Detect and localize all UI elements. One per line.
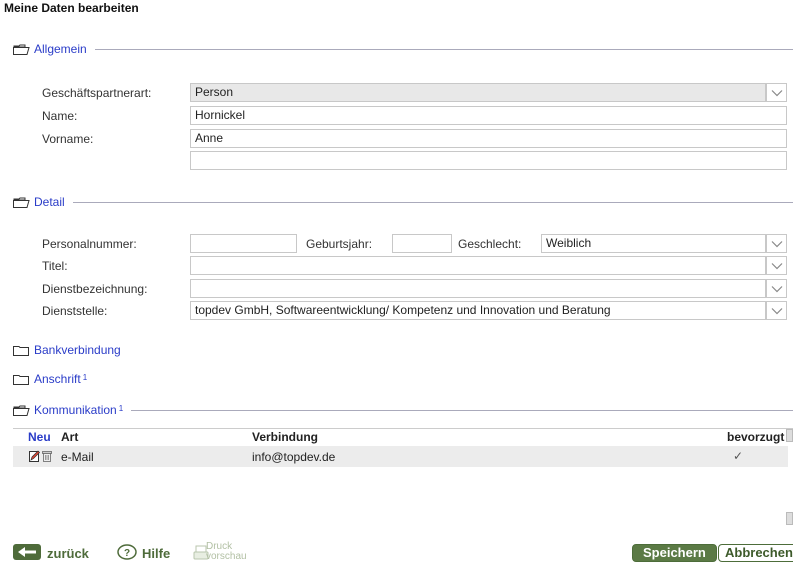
vorname-label: Vorname: <box>42 132 94 146</box>
dienstbezeichnung-select[interactable] <box>190 279 766 298</box>
folder-closed-icon <box>13 374 30 385</box>
trash-icon[interactable] <box>42 450 52 462</box>
chevron-down-icon <box>771 307 783 315</box>
section-anschrift[interactable]: Anschrift 1 <box>13 372 87 386</box>
row-art: e-Mail <box>61 450 94 464</box>
section-divider <box>131 409 793 411</box>
chevron-down-icon <box>771 89 783 97</box>
vorname-field[interactable]: Anne <box>190 129 787 148</box>
column-header-art[interactable]: Art <box>61 430 78 444</box>
dienststelle-label: Dienststelle: <box>42 304 108 318</box>
column-header-verbindung[interactable]: Verbindung <box>252 430 318 444</box>
geschlecht-select[interactable]: Weiblich <box>541 234 766 253</box>
section-divider <box>94 48 793 50</box>
section-allgemein-label[interactable]: Allgemein <box>34 42 87 56</box>
dienstbezeichnung-label: Dienstbezeichnung: <box>42 282 148 296</box>
kommunikation-table-header: Neu Art Verbindung bevorzugt <box>13 428 793 445</box>
dienststelle-dropdown-button[interactable] <box>766 301 787 320</box>
anschrift-footnote-marker: 1 <box>82 372 88 382</box>
help-icon[interactable]: ? <box>117 544 137 560</box>
row-verbindung: info@topdev.de <box>252 450 336 464</box>
geschlecht-dropdown-button[interactable] <box>766 234 787 253</box>
partnerart-label: Geschäftspartnerart: <box>42 86 152 100</box>
cancel-button[interactable]: Abbrechen <box>718 544 793 562</box>
chevron-down-icon <box>771 240 783 248</box>
personalnummer-label: Personalnummer: <box>42 237 137 251</box>
titel-dropdown-button[interactable] <box>766 256 787 275</box>
neu-link[interactable]: Neu <box>28 430 51 444</box>
folder-open-icon <box>13 197 30 208</box>
titel-select[interactable] <box>190 256 766 275</box>
edit-icon[interactable] <box>29 450 40 462</box>
page-title: Meine Daten bearbeiten <box>4 1 139 15</box>
scroll-handle[interactable] <box>786 512 793 525</box>
partnerart-dropdown-button[interactable] <box>766 83 787 102</box>
chevron-down-icon <box>771 262 783 270</box>
column-menu-button[interactable] <box>786 429 793 442</box>
kommunikation-footnote-marker: 1 <box>118 403 124 413</box>
table-row[interactable]: e-Mail info@topdev.de ✓ <box>13 446 788 467</box>
section-anschrift-label[interactable]: Anschrift <box>34 372 81 386</box>
geburtsjahr-label: Geburtsjahr: <box>306 237 373 251</box>
chevron-down-icon <box>771 285 783 293</box>
dienststelle-select[interactable]: topdev GmbH, Softwareentwicklung/ Kompet… <box>190 301 766 320</box>
help-link[interactable]: Hilfe <box>142 546 170 561</box>
section-bankverbindung-label[interactable]: Bankverbindung <box>34 343 121 357</box>
name-label: Name: <box>42 109 78 123</box>
geburtsjahr-field[interactable] <box>392 234 452 253</box>
back-link[interactable]: zurück <box>47 546 89 561</box>
folder-open-icon <box>13 44 30 55</box>
geschlecht-label: Geschlecht: <box>458 237 522 251</box>
section-detail[interactable]: Detail <box>13 195 793 209</box>
folder-open-icon <box>13 405 30 416</box>
section-bankverbindung[interactable]: Bankverbindung <box>13 343 121 357</box>
name-field[interactable]: Hornickel <box>190 106 787 125</box>
personalnummer-field[interactable] <box>190 234 297 253</box>
section-kommunikation[interactable]: Kommunikation 1 <box>13 403 793 417</box>
partnerart-select[interactable]: Person <box>190 83 766 102</box>
name-extra-field[interactable] <box>190 151 787 170</box>
section-allgemein[interactable]: Allgemein <box>13 42 793 56</box>
dienstbezeichnung-dropdown-button[interactable] <box>766 279 787 298</box>
column-header-bevorzugt[interactable]: bevorzugt <box>727 430 784 444</box>
titel-label: Titel: <box>42 259 68 273</box>
section-kommunikation-label[interactable]: Kommunikation <box>34 403 117 417</box>
folder-closed-icon <box>13 345 30 356</box>
back-arrow-icon[interactable] <box>13 544 41 560</box>
section-divider <box>72 201 793 203</box>
save-button[interactable]: Speichern <box>632 544 717 562</box>
svg-text:?: ? <box>124 548 130 559</box>
section-detail-label[interactable]: Detail <box>34 195 65 209</box>
row-bevorzugt-check-icon: ✓ <box>733 449 744 463</box>
print-preview-link: Druck vorschau <box>206 542 247 562</box>
